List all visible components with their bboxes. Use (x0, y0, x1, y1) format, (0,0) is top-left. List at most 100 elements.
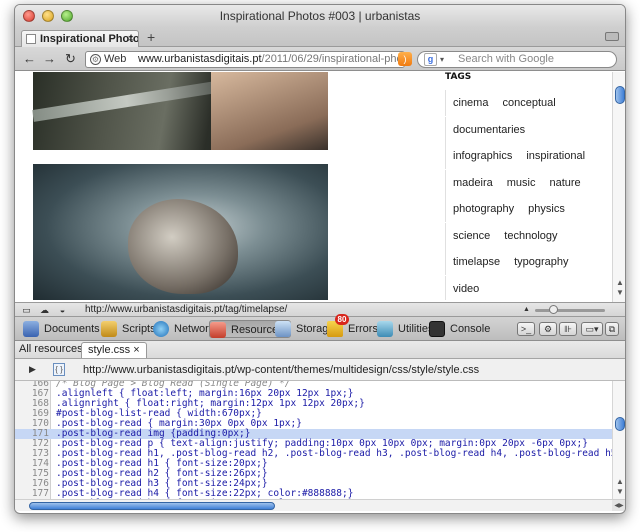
search-input[interactable]: g ▾ Search with Google (417, 51, 617, 68)
url-path: /2011/06/29/inspirational-photos-003/ (261, 53, 404, 65)
tag-link[interactable]: conceptual (495, 90, 562, 116)
tags-title: TAGS (445, 72, 472, 82)
page-scrollbar[interactable]: ▲ ▼ (612, 72, 625, 302)
devtools-tab-network[interactable]: Network (153, 320, 214, 338)
documents-icon (23, 321, 39, 337)
console-icon (429, 321, 445, 337)
minimize-window-button[interactable] (42, 10, 54, 22)
tag-link[interactable]: madeira (446, 170, 500, 196)
blog-photo-underwater-woman (33, 164, 328, 300)
console-toggle-button[interactable]: >_ (517, 322, 535, 336)
tag-row: science technology (445, 222, 565, 249)
favicon-icon (26, 34, 36, 44)
navigation-toolbar: ← → ↻ ⚙ Web www.urbanistasdigitais.pt/20… (15, 47, 625, 71)
all-resources-link[interactable]: All resources (19, 343, 83, 355)
title-bar: Inspirational Photos #003 | urbanistas (15, 5, 625, 27)
tag-row: infographics inspirational (445, 143, 592, 169)
devtools-tab-documents[interactable]: Documents (23, 320, 100, 338)
tag-link[interactable]: nature (542, 170, 587, 196)
devtools-tab-errors[interactable]: 80 Errors (327, 314, 378, 338)
sidebar-toggle-icon[interactable]: ▭ (21, 305, 32, 315)
devtools-tab-console[interactable]: Console (429, 320, 490, 338)
search-engine-dropdown-icon[interactable]: ▾ (440, 52, 444, 67)
dock-button[interactable]: ⧉ (605, 322, 619, 336)
tag-row: documentaries (445, 116, 532, 143)
url-text[interactable]: www.urbanistasdigitais.pt/2011/06/29/ins… (138, 52, 404, 67)
code-scroll-up-icon[interactable]: ▲ (616, 477, 624, 486)
window-title: Inspirational Photos #003 | urbanistas (219, 9, 421, 23)
tab-inspirational-photos[interactable]: Inspirational Photos ... × (21, 30, 139, 47)
new-tab-button[interactable]: + (147, 29, 155, 45)
tab-label: Inspirational Photos ... (40, 33, 139, 45)
css-file-icon: { } (53, 363, 65, 376)
disclosure-triangle-icon[interactable]: ▶ (29, 364, 36, 375)
scripts-icon (101, 321, 117, 337)
code-scroll-down-icon[interactable]: ▼ (616, 487, 624, 496)
tag-link[interactable]: timelapse (446, 249, 507, 275)
tab-overview-icon[interactable] (605, 32, 619, 41)
reload-button[interactable]: ↻ (65, 51, 76, 67)
horizontal-scroll-thumb[interactable] (29, 502, 275, 510)
tag-link[interactable]: video (446, 276, 486, 301)
page-scroll-thumb[interactable] (615, 86, 625, 104)
url-host: www.urbanistasdigitais.pt (138, 53, 262, 65)
tag-link[interactable]: infographics (446, 143, 519, 169)
zoom-window-button[interactable] (61, 10, 73, 22)
devtools-tab-storage[interactable]: Storage (275, 320, 335, 338)
tag-link[interactable]: photography (446, 196, 521, 222)
scroll-up-arrow-icon[interactable]: ▲ (616, 278, 624, 287)
layout-menu-button[interactable]: ▭▾ (581, 322, 603, 336)
browser-window: Inspirational Photos #003 | urbanistas I… (14, 4, 626, 514)
zoom-slider-knob[interactable] (549, 305, 558, 314)
tag-link[interactable]: science (446, 223, 497, 249)
tag-row: madeira music nature (445, 169, 588, 196)
forward-button[interactable]: → (43, 51, 56, 67)
code-scroll-thumb[interactable] (615, 417, 625, 431)
google-icon[interactable]: g (424, 53, 437, 66)
close-window-button[interactable] (23, 10, 35, 22)
status-url: http://www.urbanistasdigitais.pt/tag/tim… (85, 304, 288, 315)
devtools-tab-scripts[interactable]: Scripts (101, 320, 156, 338)
status-bar: ▭ ☁ ◒ http://www.urbanistasdigitais.pt/t… (15, 302, 625, 317)
step-button[interactable]: ⊪ (559, 322, 577, 336)
devtools-tab-bar: Documents Scripts Network Resources Stor… (15, 314, 625, 341)
eye-icon[interactable]: ◒ (57, 305, 68, 315)
tag-link[interactable]: music (500, 170, 543, 196)
tag-link[interactable]: documentaries (446, 117, 532, 143)
resource-path-bar: ▶ { } http://www.urbanistasdigitais.pt/w… (15, 359, 625, 381)
page-content: TAGS cinema conceptual documentaries infogr… (15, 72, 612, 300)
code-horizontal-scrollbar[interactable] (15, 499, 612, 511)
gear-icon[interactable]: ⚙ (539, 322, 557, 336)
cloud-icon[interactable]: ☁ (39, 305, 50, 315)
tag-row: photography physics (445, 196, 572, 222)
rss-feed-icon[interactable]: ) (398, 52, 412, 66)
tag-link[interactable]: inspirational (519, 143, 592, 169)
utilities-icon (377, 321, 393, 337)
close-tab-icon[interactable]: × (128, 31, 134, 47)
tag-link[interactable]: typography (507, 249, 575, 275)
storage-icon (275, 321, 291, 337)
search-placeholder: Search with Google (458, 53, 554, 65)
file-tab-style-css[interactable]: style.css × (81, 342, 147, 358)
zoom-out-icon[interactable]: ▲ (521, 305, 532, 315)
resources-subbar: All resources style.css × (15, 341, 625, 359)
site-info-icon[interactable]: ⚙ (90, 54, 101, 65)
address-bar[interactable]: ⚙ Web www.urbanistasdigitais.pt/2011/06/… (85, 51, 405, 68)
zoom-slider[interactable] (535, 309, 605, 312)
code-editor[interactable]: 166/* Blog Page > Blog Read (Single Page… (15, 381, 612, 499)
tag-link[interactable]: physics (521, 196, 572, 222)
devtools-tab-utilities[interactable]: Utilities (377, 320, 433, 338)
blog-photo-water-legs (32, 72, 328, 150)
tag-row: video (445, 275, 486, 301)
close-file-tab-icon[interactable]: × (133, 344, 139, 356)
tag-row: cinema conceptual (445, 90, 563, 116)
tag-link[interactable]: technology (497, 223, 564, 249)
tab-bar: Inspirational Photos ... × + (15, 27, 625, 47)
network-icon (153, 321, 169, 337)
tag-link[interactable]: cinema (446, 90, 495, 116)
back-button[interactable]: ← (23, 51, 36, 67)
code-scrollbar[interactable]: ▲ ▼ (612, 381, 625, 499)
errors-count-badge: 80 (335, 314, 349, 325)
scroll-down-arrow-icon[interactable]: ▼ (616, 288, 624, 297)
horizontal-scroll-arrows-icon[interactable]: ◀▶ (612, 499, 625, 511)
